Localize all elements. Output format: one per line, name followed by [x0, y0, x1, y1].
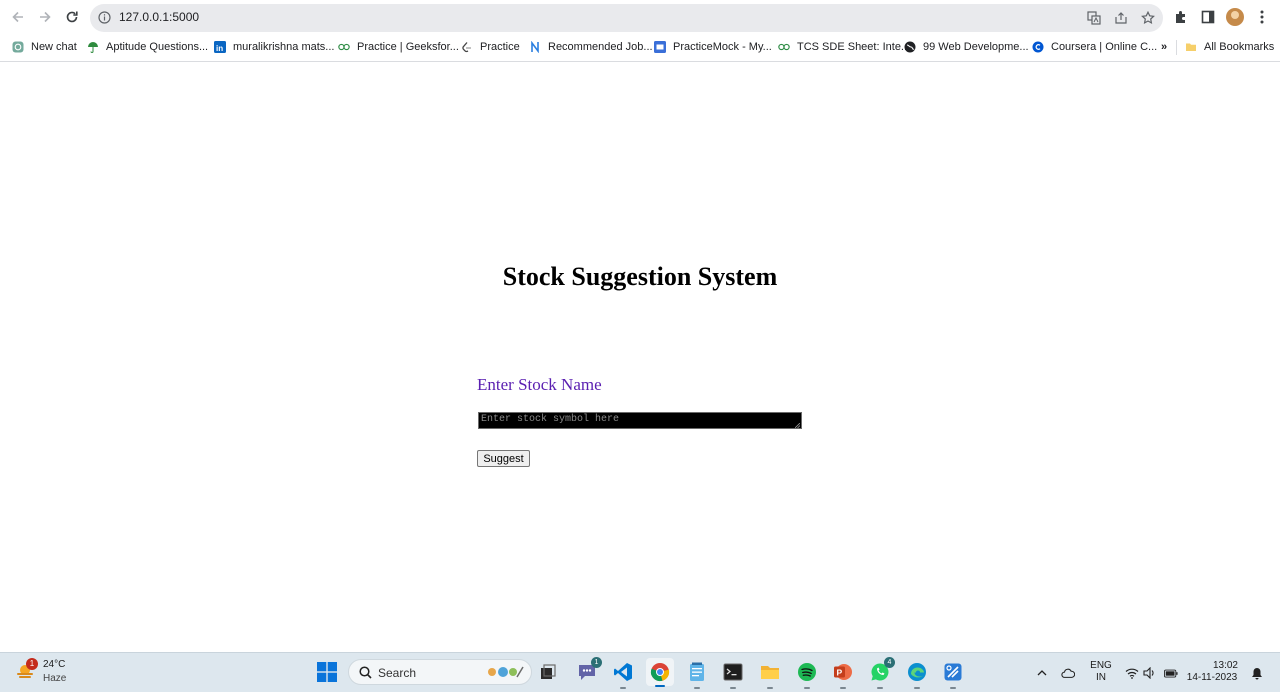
all-bookmarks-item[interactable]: All Bookmarks: [1185, 39, 1274, 55]
notification-bell-icon[interactable]: [1250, 666, 1264, 680]
geeksforgeeks-icon: [778, 41, 790, 53]
bookmark-item[interactable]: TCS SDE Sheet: Inte...: [778, 39, 910, 55]
bookmark-item[interactable]: New chat: [12, 39, 77, 55]
practicemock-icon: [654, 41, 666, 53]
stock-symbol-input[interactable]: [478, 412, 802, 429]
site-info-icon[interactable]: [98, 11, 111, 29]
bookmark-item[interactable]: Coursera | Online C...: [1032, 39, 1157, 55]
bookmark-item[interactable]: Recommended Job...: [529, 39, 653, 55]
edge-icon[interactable]: [906, 661, 928, 689]
translate-icon[interactable]: [1087, 11, 1101, 25]
side-panel-icon[interactable]: [1200, 9, 1216, 25]
notepad-icon[interactable]: [686, 661, 708, 689]
weather-notification-badge: 1: [26, 658, 38, 670]
wifi-icon[interactable]: [1125, 666, 1139, 680]
back-arrow-icon[interactable]: [8, 7, 28, 27]
bookmark-item[interactable]: PracticeMock - My...: [654, 39, 772, 55]
textarea-resize-grip-icon[interactable]: [795, 423, 800, 428]
profile-avatar[interactable]: [1226, 8, 1244, 26]
file-explorer-icon[interactable]: [759, 661, 781, 689]
clock-time: 13:02: [1212, 660, 1238, 671]
bookmark-item[interactable]: Practice: [461, 39, 520, 55]
weather-widget[interactable]: 1 24°C Haze: [16, 658, 76, 688]
search-highlight-icon: [488, 666, 524, 678]
teams-badge: 1: [591, 657, 602, 668]
reload-icon[interactable]: [62, 7, 82, 27]
battery-icon[interactable]: [1164, 666, 1178, 680]
windows-taskbar: 1 24°C Haze Search 1 P 4 ENG IN 13:02 14…: [0, 652, 1280, 692]
weather-temperature: 24°C: [43, 659, 66, 670]
snipping-tool-icon[interactable]: [942, 661, 964, 689]
chatgpt-icon: [12, 41, 24, 53]
leetcode-icon: [461, 41, 473, 53]
bookmarks-divider: [1176, 40, 1177, 55]
bookmark-item[interactable]: Practice | Geeksfor...: [338, 39, 459, 55]
more-bookmarks-chevron[interactable]: »: [1161, 39, 1167, 55]
search-icon: [359, 666, 372, 679]
teams-chat-icon[interactable]: 1: [576, 657, 602, 683]
extensions-puzzle-icon[interactable]: [1173, 9, 1189, 25]
page-title: Stock Suggestion System: [502, 262, 778, 291]
weather-condition: Haze: [43, 673, 67, 684]
whatsapp-icon[interactable]: 4: [869, 657, 895, 689]
url-text[interactable]: 127.0.0.1:5000: [119, 10, 199, 24]
bookmark-item[interactable]: in muralikrishna mats...: [214, 39, 334, 55]
language-indicator[interactable]: ENG IN: [1089, 660, 1113, 684]
coursera-icon: [1032, 41, 1044, 53]
svg-text:P: P: [837, 667, 843, 677]
kebab-menu-icon[interactable]: [1254, 9, 1270, 25]
spotify-icon[interactable]: [796, 661, 818, 689]
onedrive-cloud-icon[interactable]: [1061, 666, 1075, 680]
umbrella-icon: [87, 41, 99, 53]
show-hidden-icons-chevron-icon[interactable]: [1035, 666, 1049, 680]
svg-text:in: in: [216, 44, 223, 53]
bookmark-star-icon[interactable]: [1141, 11, 1155, 25]
bookmark-item[interactable]: 99 Web Developme...: [904, 39, 1029, 55]
terminal-icon[interactable]: [722, 661, 744, 689]
folder-icon: [1185, 41, 1197, 53]
bookmarks-bar: New chat Aptitude Questions... in murali…: [0, 34, 1280, 62]
share-icon[interactable]: [1114, 11, 1128, 25]
chrome-icon[interactable]: [646, 658, 674, 687]
browser-toolbar: 127.0.0.1:5000: [0, 0, 1280, 34]
stock-name-label: Enter Stock Name: [477, 375, 602, 394]
naukri-icon: [529, 41, 541, 53]
clock-date: 14-11-2023: [1186, 672, 1238, 683]
globe-icon: [904, 41, 916, 53]
address-bar[interactable]: 127.0.0.1:5000: [90, 4, 1163, 32]
clock[interactable]: 13:02 14-11-2023: [1186, 660, 1238, 684]
suggest-button[interactable]: Suggest: [477, 450, 530, 467]
taskbar-search-label: Search: [378, 666, 417, 680]
forward-arrow-icon[interactable]: [35, 7, 55, 27]
powerpoint-icon[interactable]: P: [832, 661, 854, 689]
whatsapp-badge: 4: [884, 657, 895, 668]
vscode-icon[interactable]: [612, 661, 634, 689]
windows-start-icon[interactable]: [316, 661, 338, 683]
linkedin-icon: in: [214, 41, 226, 53]
task-view-icon[interactable]: [537, 661, 559, 683]
taskbar-search[interactable]: Search: [348, 659, 532, 685]
volume-icon[interactable]: [1143, 666, 1157, 680]
geeksforgeeks-icon: [338, 41, 350, 53]
bookmark-item[interactable]: Aptitude Questions...: [87, 39, 208, 55]
